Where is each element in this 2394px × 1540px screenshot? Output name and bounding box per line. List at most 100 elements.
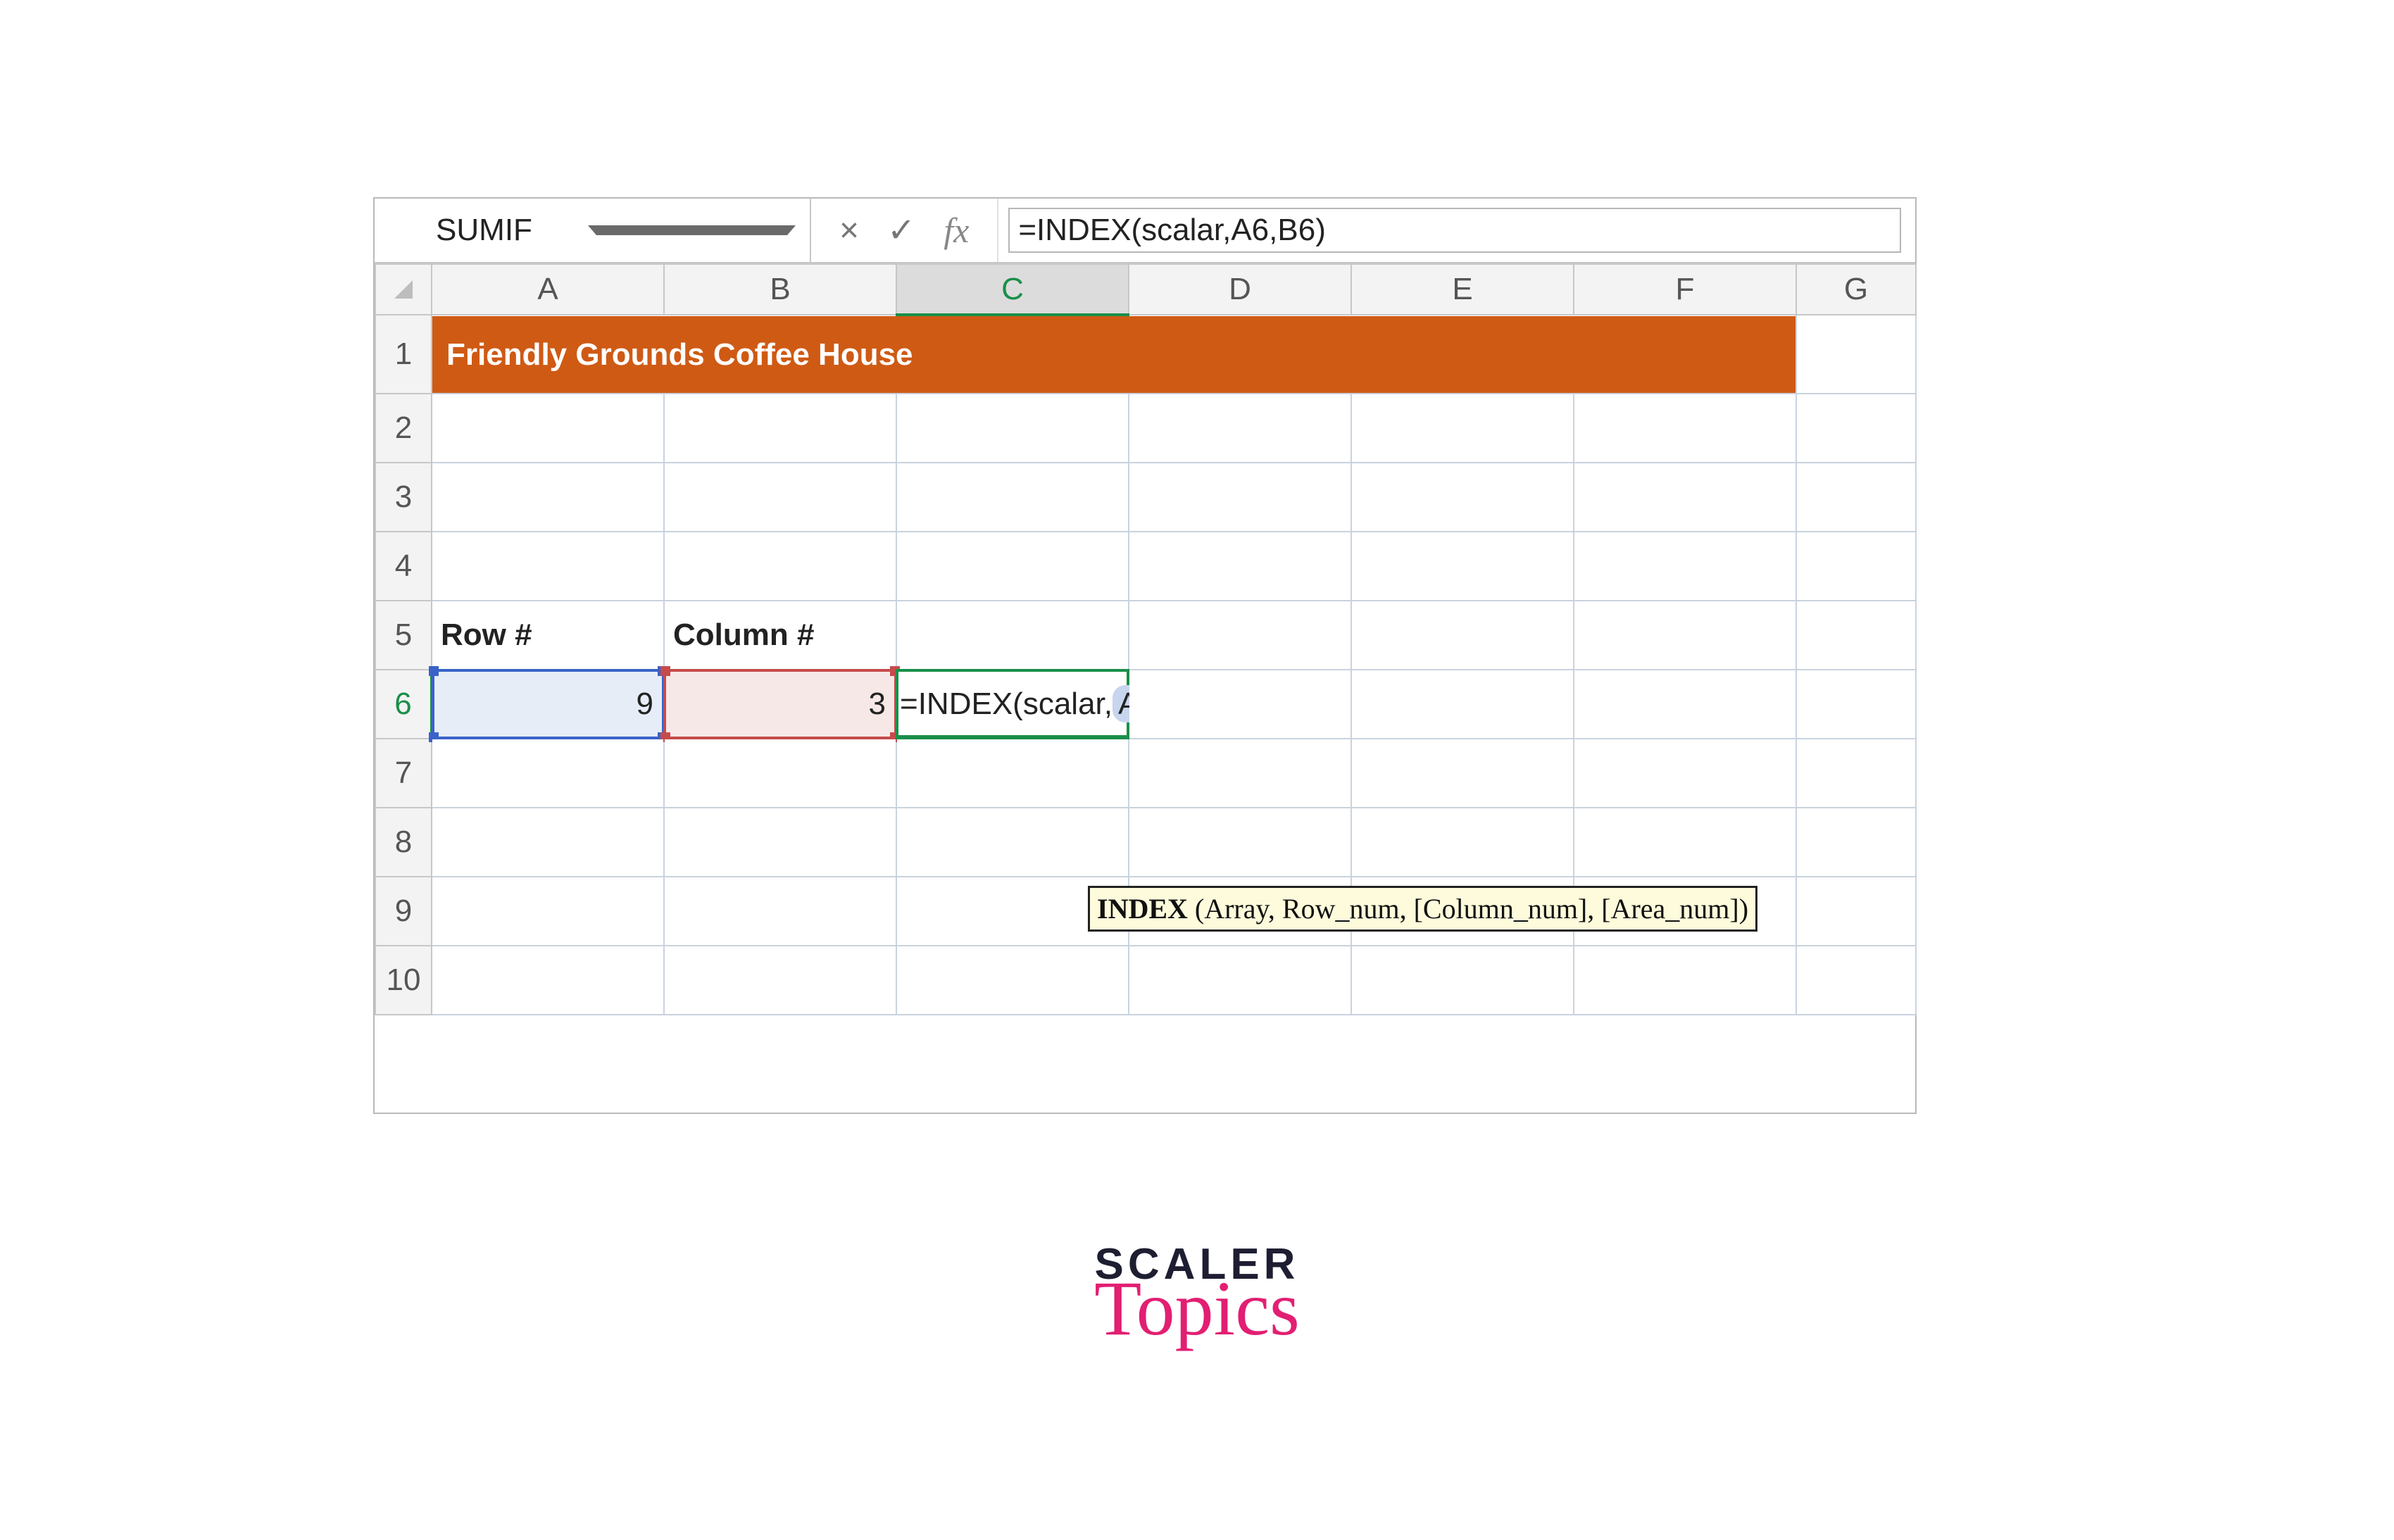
cell-B8[interactable] (664, 808, 896, 877)
col-header-A[interactable]: A (432, 264, 664, 315)
cell-G7[interactable] (1796, 739, 1916, 808)
tooltip-args: (Array, Row_num, [Column_num], [Area_num… (1188, 893, 1748, 925)
cell-A2[interactable] (432, 394, 664, 463)
column-header-row: A B C D E F G (375, 264, 1916, 315)
cell-A10[interactable] (432, 946, 664, 1015)
fx-icon[interactable]: fx (944, 210, 969, 251)
cell-G5[interactable] (1796, 601, 1916, 670)
cell-G2[interactable] (1796, 394, 1916, 463)
cell-F8[interactable] (1574, 808, 1796, 877)
cell-C8[interactable] (896, 808, 1129, 877)
row-header-8[interactable]: 8 (375, 808, 432, 877)
col-header-G[interactable]: G (1796, 264, 1916, 315)
cell-F10[interactable] (1574, 946, 1796, 1015)
formula-bar: SUMIF × ✓ fx =INDEX(scalar,A6,B6) (375, 199, 1915, 263)
row-header-1[interactable]: 1 (375, 315, 432, 394)
cell-F6[interactable] (1574, 670, 1796, 739)
cell-B7[interactable] (664, 739, 896, 808)
row-header-4[interactable]: 4 (375, 532, 432, 601)
cell-A8[interactable] (432, 808, 664, 877)
cell-A6-value: 9 (637, 687, 653, 721)
col-header-D[interactable]: D (1129, 264, 1351, 315)
cell-C10[interactable] (896, 946, 1129, 1015)
cell-E2[interactable] (1351, 394, 1574, 463)
select-all-corner[interactable] (375, 264, 432, 315)
title-cell[interactable]: Friendly Grounds Coffee House (432, 315, 1796, 394)
cell-C4[interactable] (896, 532, 1129, 601)
cell-B6[interactable]: 3 (664, 670, 896, 739)
ref-outline-B6 (663, 669, 897, 739)
cell-F5[interactable] (1574, 601, 1796, 670)
cell-D5[interactable] (1129, 601, 1351, 670)
formula-tooltip: INDEX (Array, Row_num, [Column_num], [Ar… (1088, 886, 1757, 932)
cell-C6[interactable]: =INDEX(scalar,A6 , B6 ) (896, 670, 1129, 739)
spreadsheet-window: SUMIF × ✓ fx =INDEX(scalar,A6,B6) (373, 197, 1917, 1114)
cell-E7[interactable] (1351, 739, 1574, 808)
row-header-10[interactable]: 10 (375, 946, 432, 1015)
col-header-B[interactable]: B (664, 264, 896, 315)
cell-E10[interactable] (1351, 946, 1574, 1015)
cell-F2[interactable] (1574, 394, 1796, 463)
cell-F7[interactable] (1574, 739, 1796, 808)
cell-B4[interactable] (664, 532, 896, 601)
cell-B6-value: 3 (869, 687, 886, 721)
cell-G6[interactable] (1796, 670, 1916, 739)
cell-B2[interactable] (664, 394, 896, 463)
cell-D2[interactable] (1129, 394, 1351, 463)
row-header-7[interactable]: 7 (375, 739, 432, 808)
cancel-formula-icon[interactable]: × (839, 211, 859, 250)
name-box-dropdown-icon[interactable] (588, 225, 796, 235)
cell-E5[interactable] (1351, 601, 1574, 670)
cell-D3[interactable] (1129, 463, 1351, 532)
ref-outline-A6 (432, 669, 665, 739)
formula-part-prefix: =INDEX(scalar, (900, 687, 1113, 721)
cell-E4[interactable] (1351, 532, 1574, 601)
cell-B10[interactable] (664, 946, 896, 1015)
cell-G10[interactable] (1796, 946, 1916, 1015)
row-header-9[interactable]: 9 (375, 877, 432, 946)
cell-C3[interactable] (896, 463, 1129, 532)
cell-G4[interactable] (1796, 532, 1916, 601)
cell-B9[interactable] (664, 877, 896, 946)
row-header-2[interactable]: 2 (375, 394, 432, 463)
cell-G3[interactable] (1796, 463, 1916, 532)
cell-A7[interactable] (432, 739, 664, 808)
formula-input-text: =INDEX(scalar,A6,B6) (1018, 213, 1326, 248)
cell-B3[interactable] (664, 463, 896, 532)
scaler-topics-logo: SCALER Topics (0, 1239, 2394, 1347)
name-box[interactable]: SUMIF (375, 199, 811, 262)
cell-D7[interactable] (1129, 739, 1351, 808)
cell-A3[interactable] (432, 463, 664, 532)
cell-A4[interactable] (432, 532, 664, 601)
row-header-6[interactable]: 6 (375, 670, 432, 739)
cell-E6[interactable] (1351, 670, 1574, 739)
tooltip-fn-name: INDEX (1097, 893, 1188, 925)
accept-formula-icon[interactable]: ✓ (887, 211, 915, 250)
row-header-5[interactable]: 5 (375, 601, 432, 670)
formula-input[interactable]: =INDEX(scalar,A6,B6) (1008, 208, 1901, 253)
cell-F4[interactable] (1574, 532, 1796, 601)
cell-A6[interactable]: 9 (432, 670, 664, 739)
cell-E3[interactable] (1351, 463, 1574, 532)
row-header-3[interactable]: 3 (375, 463, 432, 532)
cell-B5[interactable]: Column # (664, 601, 896, 670)
cell-F3[interactable] (1574, 463, 1796, 532)
cell-G9[interactable] (1796, 877, 1916, 946)
cell-C5[interactable] (896, 601, 1129, 670)
cell-A9[interactable] (432, 877, 664, 946)
cell-D4[interactable] (1129, 532, 1351, 601)
cell-G1[interactable] (1796, 315, 1916, 394)
name-box-value: SUMIF (389, 213, 579, 248)
col-header-F[interactable]: F (1574, 264, 1796, 315)
cell-C2[interactable] (896, 394, 1129, 463)
cell-A5[interactable]: Row # (432, 601, 664, 670)
cell-E8[interactable] (1351, 808, 1574, 877)
cell-C7[interactable] (896, 739, 1129, 808)
cell-G8[interactable] (1796, 808, 1916, 877)
logo-line2: Topics (0, 1270, 2394, 1347)
cell-D10[interactable] (1129, 946, 1351, 1015)
cell-D8[interactable] (1129, 808, 1351, 877)
cell-D6[interactable] (1129, 670, 1351, 739)
col-header-C[interactable]: C (896, 264, 1129, 315)
col-header-E[interactable]: E (1351, 264, 1574, 315)
